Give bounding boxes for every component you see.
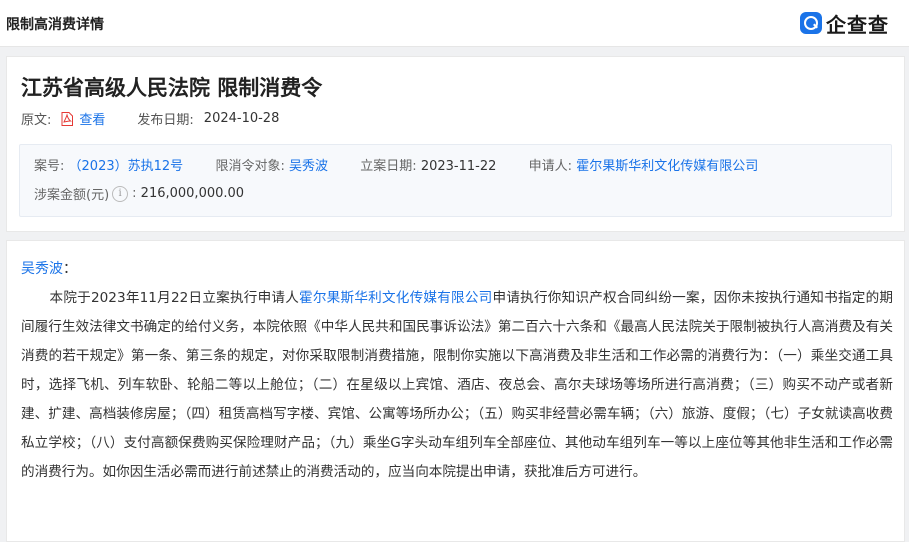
view-original-link[interactable]: 查看 [79,109,105,128]
case-amount: 216,000,000.00 [140,186,245,201]
top-bar: 限制高消费详情 企查查 [0,0,909,47]
case-no-label: 案号: [34,159,65,174]
filing-date: 2023-11-22 [420,159,497,174]
pdf-icon[interactable] [61,111,74,126]
filing-date-label: 立案日期: [360,159,417,174]
case-no-link[interactable]: （2023）苏执12号 [69,159,184,174]
salutation-colon: ： [63,261,77,277]
body-text-part1: 本院于2023年11月22日立案执行申请人 [49,290,300,306]
target-label: 限消令对象: [215,159,285,174]
page-title: 限制高消费详情 [6,17,104,33]
original-label: 原文: [21,113,52,128]
target-link[interactable]: 吴秀波 [289,159,328,174]
applicant-label: 申请人: [528,159,573,174]
amount-row: 涉案金额(元) i : 216,000,000.00 [34,185,245,203]
body-text-part2: 申请执行你知识产权合同纠纷一案，因你未按执行通知书指定的期间履行生效法律文书确定… [21,290,893,480]
order-body-text: 本院于2023年11月22日立案执行申请人霍尔果斯华利文化传媒有限公司申请执行你… [21,284,893,487]
order-document: 吴秀波： 本院于2023年11月22日立案执行申请人霍尔果斯华利文化传媒有限公司… [6,240,905,542]
publish-date: 2024-10-28 [203,111,280,126]
applicant-link[interactable]: 霍尔果斯华利文化传媒有限公司 [576,159,758,174]
salutation: 吴秀波： [21,258,77,278]
search-logo-icon [800,12,822,34]
order-meta: 原文: 查看 发布日期: 2024-10-28 [21,109,279,128]
info-icon[interactable]: i [112,185,129,202]
case-info-panel: 案号: （2023）苏执12号 限消令对象: 吴秀波 立案日期: 2023-11… [19,144,892,217]
brand-logo[interactable]: 企查查 [800,10,889,37]
order-summary-card: 江苏省高级人民法院 限制消费令 原文: 查看 发布日期: 2024-10-28 … [6,56,905,232]
amount-label: 涉案金额(元) [34,188,110,203]
body-applicant-link[interactable]: 霍尔果斯华利文化传媒有限公司 [299,290,492,306]
case-info-row: 案号: （2023）苏执12号 限消令对象: 吴秀波 立案日期: 2023-11… [34,155,758,174]
brand-name: 企查查 [826,12,889,37]
salutation-name-link[interactable]: 吴秀波 [21,261,63,277]
publish-date-label: 发布日期: [137,113,194,128]
order-title: 江苏省高级人民法院 限制消费令 [21,76,323,100]
